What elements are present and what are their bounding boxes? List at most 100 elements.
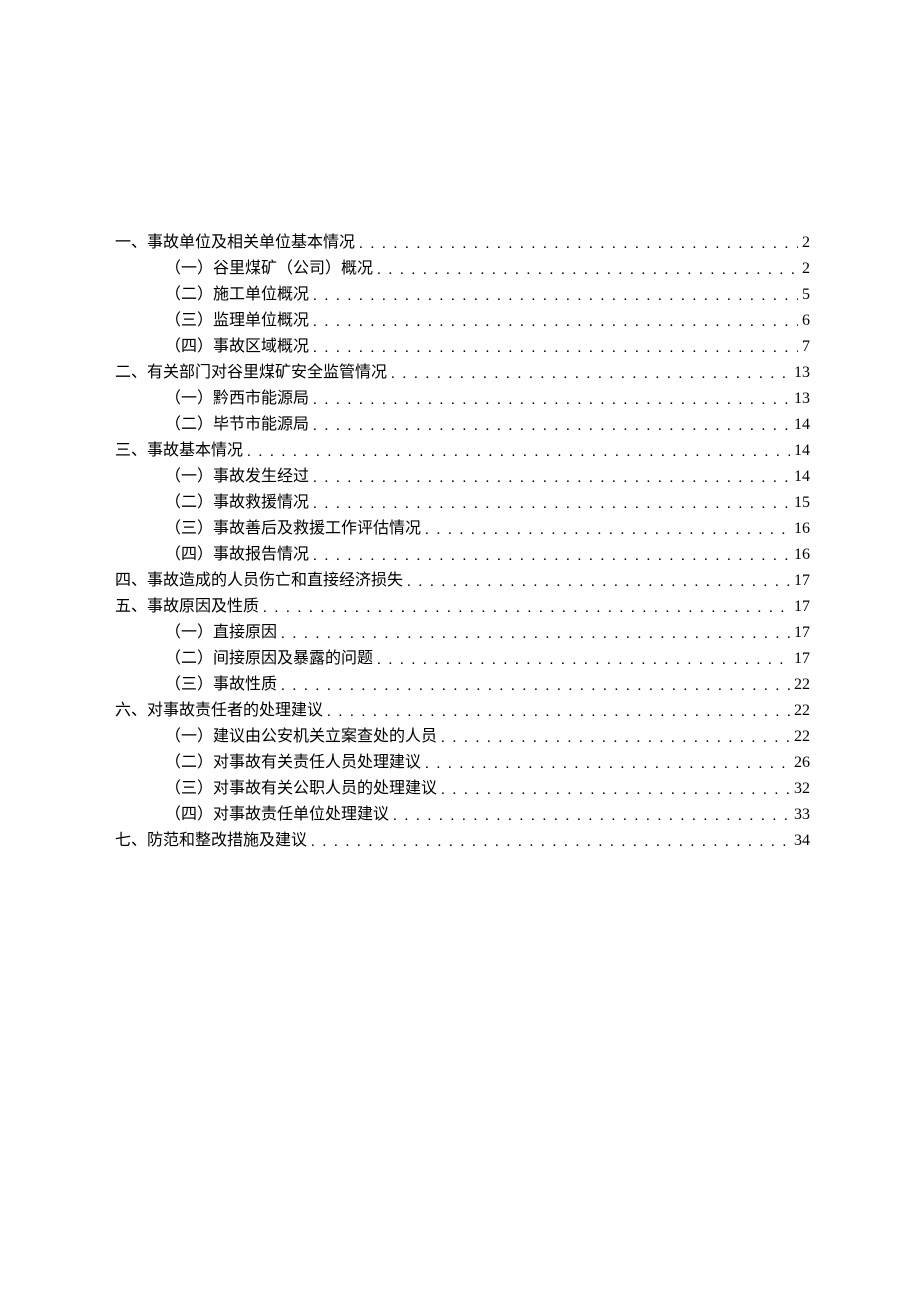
toc-title: 事故原因及性质 <box>147 594 259 620</box>
toc-entry: 七、防范和整改措施及建议34 <box>115 828 810 854</box>
toc-marker: （四） <box>165 334 213 360</box>
toc-dots <box>313 413 790 439</box>
toc-marker: 七、 <box>115 828 147 854</box>
toc-page-number: 22 <box>790 672 810 698</box>
toc-page-number: 17 <box>790 568 810 594</box>
toc-page-number: 22 <box>790 724 810 750</box>
toc-title: 事故善后及救援工作评估情况 <box>213 516 421 542</box>
toc-marker: （二） <box>165 282 213 308</box>
toc-page-number: 22 <box>790 698 810 724</box>
toc-dots <box>425 751 790 777</box>
toc-title: 谷里煤矿（公司）概况 <box>213 256 373 282</box>
toc-marker: （一） <box>165 386 213 412</box>
toc-marker: （一） <box>165 464 213 490</box>
toc-page-number: 7 <box>798 334 810 360</box>
toc-entry: （四）事故区域概况 7 <box>115 334 810 360</box>
toc-marker: 四、 <box>115 568 147 594</box>
toc-page-number: 17 <box>790 594 810 620</box>
toc-entry: 六、对事故责任者的处理建议 22 <box>115 698 810 724</box>
toc-page-number: 2 <box>798 256 810 282</box>
toc-dots <box>391 361 790 387</box>
toc-entry: （二）施工单位概况5 <box>115 282 810 308</box>
toc-marker: 五、 <box>115 594 147 620</box>
toc-title: 事故造成的人员伤亡和直接经济损失 <box>147 568 403 594</box>
toc-title: 对事故责任单位处理建议 <box>213 802 389 828</box>
toc-marker: （三） <box>165 776 213 802</box>
toc-dots <box>281 673 790 699</box>
toc-marker: （二） <box>165 750 213 776</box>
toc-dots <box>425 517 790 543</box>
toc-marker: 三、 <box>115 438 147 464</box>
toc-entry: （一）事故发生经过 14 <box>115 464 810 490</box>
toc-entry: 三、事故基本情况14 <box>115 438 810 464</box>
toc-page-number: 6 <box>798 308 810 334</box>
toc-title: 事故救援情况 <box>213 490 309 516</box>
toc-title: 事故发生经过 <box>213 464 309 490</box>
toc-title: 对事故有关责任人员处理建议 <box>213 750 421 776</box>
toc-page-number: 14 <box>790 412 810 438</box>
toc-title: 事故区域概况 <box>213 334 309 360</box>
toc-dots <box>327 699 790 725</box>
toc-dots <box>441 777 790 803</box>
toc-dots <box>313 465 790 491</box>
toc-marker: （四） <box>165 802 213 828</box>
toc-marker: （一） <box>165 620 213 646</box>
toc-title: 事故性质 <box>213 672 277 698</box>
toc-dots <box>313 283 798 309</box>
toc-dots <box>407 569 790 595</box>
toc-entry: 二、有关部门对谷里煤矿安全监管情况13 <box>115 360 810 386</box>
toc-dots <box>281 621 790 647</box>
toc-title: 建议由公安机关立案查处的人员 <box>213 724 437 750</box>
toc-page-number: 16 <box>790 516 810 542</box>
toc-entry: （三）监理单位概况6 <box>115 308 810 334</box>
toc-marker: （三） <box>165 672 213 698</box>
toc-dots <box>313 387 790 413</box>
toc-entry: （三）事故善后及救援工作评估情况 16 <box>115 516 810 542</box>
toc-dots <box>313 335 798 361</box>
toc-page-number: 33 <box>790 802 810 828</box>
toc-title: 防范和整改措施及建议 <box>147 828 307 854</box>
toc-marker: （四） <box>165 542 213 568</box>
toc-dots <box>263 595 790 621</box>
toc-dots <box>359 231 798 257</box>
toc-title: 毕节市能源局 <box>213 412 309 438</box>
toc-entry: （三）事故性质 22 <box>115 672 810 698</box>
toc-entry: （二）事故救援情况 15 <box>115 490 810 516</box>
toc-marker: （二） <box>165 646 213 672</box>
toc-entry: （四）对事故责任单位处理建议 33 <box>115 802 810 828</box>
toc-entry: （一）建议由公安机关立案查处的人员 22 <box>115 724 810 750</box>
toc-marker: （三） <box>165 516 213 542</box>
toc-title: 事故单位及相关单位基本情况 <box>147 230 355 256</box>
toc-marker: （二） <box>165 490 213 516</box>
table-of-contents: 一、事故单位及相关单位基本情况2（一）谷里煤矿（公司）概况2（二）施工单位概况5… <box>115 230 810 854</box>
toc-title: 监理单位概况 <box>213 308 309 334</box>
toc-marker: （一） <box>165 724 213 750</box>
toc-title: 对事故责任者的处理建议 <box>147 698 323 724</box>
toc-page-number: 2 <box>798 230 810 256</box>
toc-dots <box>313 309 798 335</box>
toc-dots <box>377 257 798 283</box>
toc-entry: （一）谷里煤矿（公司）概况 2 <box>115 256 810 282</box>
toc-marker: 六、 <box>115 698 147 724</box>
toc-title: 黔西市能源局 <box>213 386 309 412</box>
toc-entry: 一、事故单位及相关单位基本情况 2 <box>115 230 810 256</box>
toc-page-number: 26 <box>790 750 810 776</box>
toc-marker: （二） <box>165 412 213 438</box>
toc-title: 事故报告情况 <box>213 542 309 568</box>
toc-title: 事故基本情况 <box>147 438 243 464</box>
toc-dots <box>393 803 790 829</box>
toc-marker: 一、 <box>115 230 147 256</box>
toc-dots <box>377 647 790 673</box>
toc-page-number: 15 <box>790 490 810 516</box>
toc-entry: （二）毕节市能源局 14 <box>115 412 810 438</box>
toc-title: 直接原因 <box>213 620 277 646</box>
toc-title: 有关部门对谷里煤矿安全监管情况 <box>147 360 387 386</box>
toc-dots <box>441 725 790 751</box>
toc-dots <box>313 543 790 569</box>
toc-page-number: 17 <box>790 646 810 672</box>
toc-page-number: 14 <box>790 464 810 490</box>
toc-marker: （一） <box>165 256 213 282</box>
toc-page-number: 32 <box>790 776 810 802</box>
toc-entry: （二）对事故有关责任人员处理建议 26 <box>115 750 810 776</box>
toc-title: 间接原因及暴露的问题 <box>213 646 373 672</box>
